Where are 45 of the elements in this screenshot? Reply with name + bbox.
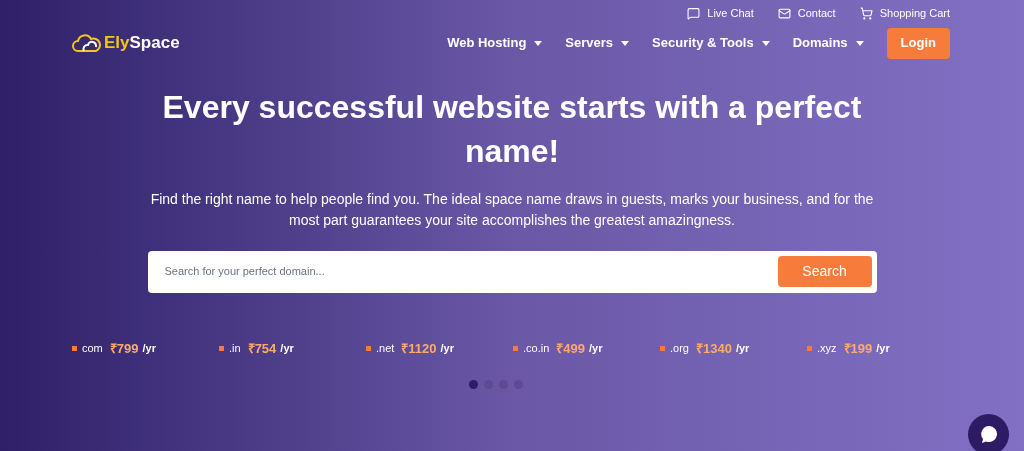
price-unit: /yr xyxy=(142,341,156,356)
domain-extension: com xyxy=(82,341,103,356)
bullet-icon xyxy=(366,345,371,351)
chat-icon xyxy=(687,6,701,20)
chat-bubble-icon xyxy=(978,424,999,445)
headline: Every successful website starts with a perfect name! xyxy=(161,87,863,171)
price-unit: /yr xyxy=(735,341,750,356)
chat-widget-button[interactable] xyxy=(968,414,1009,451)
domain-extension: .org xyxy=(670,341,689,356)
price-unit: /yr xyxy=(876,341,890,356)
nav-link[interactable]: Security & Tools xyxy=(652,33,770,53)
domain-price: ₹754 xyxy=(247,339,277,358)
domain-price: ₹1340 xyxy=(695,339,732,358)
nav-link[interactable]: Web Hosting xyxy=(447,33,543,53)
nav-link[interactable]: Domains xyxy=(792,33,864,53)
domain-price: ₹199 xyxy=(843,339,873,358)
logo[interactable]: ElySpace xyxy=(72,30,180,56)
cart-icon xyxy=(859,6,873,20)
search-button[interactable]: Search xyxy=(777,256,872,287)
mail-icon xyxy=(777,6,791,20)
nav-link[interactable]: Servers xyxy=(565,33,630,53)
domain-extension: .net xyxy=(376,341,395,356)
top-link[interactable]: Live Chat xyxy=(687,5,754,22)
price-unit: /yr xyxy=(280,341,294,356)
domain-price: ₹499 xyxy=(556,339,585,358)
search-bar[interactable]: Search for your perfect domain... Search xyxy=(147,250,877,293)
bullet-icon xyxy=(807,345,812,351)
top-link[interactable]: Contact xyxy=(777,5,836,22)
search-field[interactable]: Search for your perfect domain... xyxy=(164,263,778,280)
domain-price: ₹799 xyxy=(109,339,139,358)
bullet-icon xyxy=(660,345,665,351)
bullet-icon xyxy=(219,345,224,351)
logo-text: ElySpace xyxy=(104,32,180,55)
domain-price: ₹1120 xyxy=(401,339,437,358)
price-unit: /yr xyxy=(440,341,455,356)
login-button[interactable]: Login xyxy=(886,27,950,59)
cloud-logo-icon xyxy=(72,33,102,53)
domain-extension: .xyz xyxy=(817,341,837,356)
bullet-icon xyxy=(513,345,518,351)
domain-extension: .in xyxy=(229,341,241,356)
price-unit: /yr xyxy=(589,341,603,356)
subtitle: Find the right name to help people find you. The ideal space name draws in guests, marks your business, and for the most part guarantees your site accomplishes the greatest amazingness. xyxy=(149,189,875,230)
bullet-icon xyxy=(72,345,77,351)
domain-extension: .co.in xyxy=(523,341,550,356)
top-link[interactable]: Shopping Cart xyxy=(859,5,950,22)
